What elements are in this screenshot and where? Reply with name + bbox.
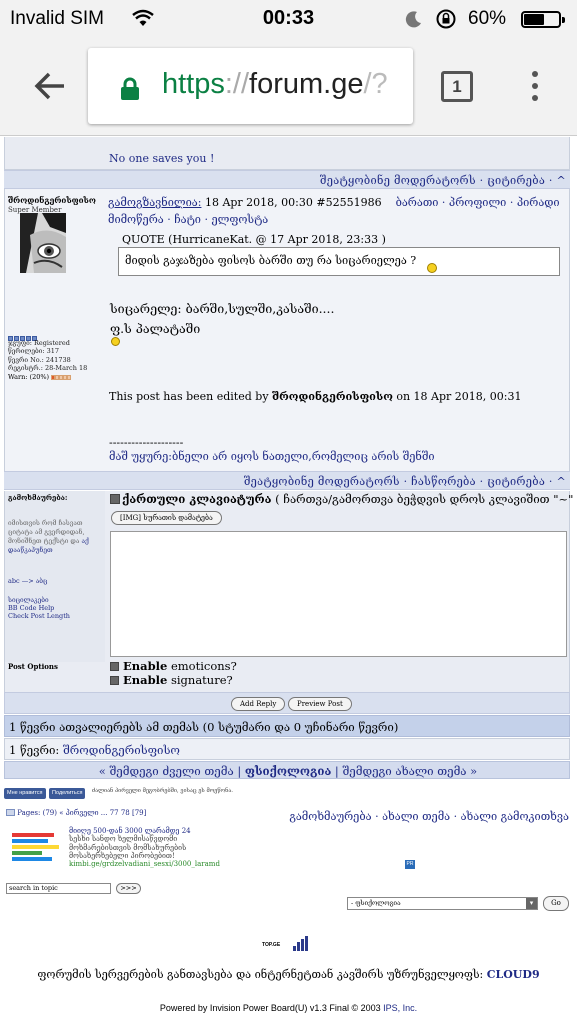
reply-textarea[interactable]: [110, 531, 567, 657]
powered-by: Powered by Invision Power Board(U) v1.3 …: [159, 1003, 418, 1013]
member-link[interactable]: შროდინგერისფისო: [63, 743, 180, 757]
hosting-credit: ფორუმის სერვერების განთავსება და ინტერნე…: [37, 968, 540, 981]
reply-help: იმისთვის რომ ჩასვათ ციტატა ამ გვერდიდან,…: [8, 519, 89, 554]
previous-post-actions: შეატყობინე მოდერატორს · ციტირება · ^: [4, 170, 570, 189]
status-bar: Invalid SIM 00:33 60%: [0, 0, 577, 38]
search-input[interactable]: search in topic: [6, 883, 111, 894]
overflow-menu-icon[interactable]: [532, 71, 540, 107]
pr-badge[interactable]: PR: [405, 860, 415, 869]
signature-divider: --------------------: [109, 436, 184, 449]
quote-text: მიდის გაჯაზება ფისოს ბარში თუ რა სიცარიე…: [125, 254, 417, 267]
social-buttons: Мне нравится Поделиться ძალიან პირველი მ…: [4, 784, 234, 799]
post: შროდინგერისფისო Super Member ჯგუფი: Regi…: [4, 189, 570, 471]
reply-help-links: სიცილაკები BB Code Help Check Post Lengt…: [8, 596, 70, 620]
topge-counter[interactable]: TOP.GE: [262, 935, 312, 952]
address-bar[interactable]: https://forum.ge/?: [88, 48, 413, 124]
edit-note: This post has been edited by შროდინგერის…: [109, 390, 522, 403]
lock-icon: [121, 77, 139, 100]
sad-emoticon-icon: [111, 337, 120, 346]
advertisement[interactable]: მიიღე 500-დან 3000 ლარამდე 24 სესხი სანდ…: [12, 827, 232, 871]
quote-box: მიდის გაჯაზება ფისოს ბარში თუ რა სიცარიე…: [118, 247, 560, 276]
quick-reply: გამოხმაურება: იმისთვის რომ ჩასვათ ციტატა…: [4, 491, 577, 662]
topic-action-links[interactable]: გამოხმაურება · ახალი თემა · ახალი გამოკი…: [289, 810, 569, 823]
author-meta: ჯგუფი: Registered წერილები: 317 წევრი No…: [8, 339, 88, 373]
reply-sidebar: გამოხმაურება: იმისთვის რომ ჩასვათ ციტატა…: [5, 491, 105, 662]
previous-post-text: No one saves you !: [109, 152, 215, 165]
transliteration-link[interactable]: abc —> აბც: [8, 577, 47, 585]
preview-post-button[interactable]: Preview Post: [288, 697, 352, 711]
quote-title: QUOTE (HurricaneKat. @ 17 Apr 2018, 23:3…: [122, 233, 386, 246]
georgian-keyboard-toggle[interactable]: ქართული კლავიატურა ( ჩართვა/გამორთვა ბეჭ…: [110, 492, 577, 506]
post-options-label: Post Options: [8, 662, 58, 671]
tab-switcher-button[interactable]: 1: [441, 71, 473, 102]
search-go-button[interactable]: >>>: [116, 883, 141, 894]
social-note: ძალიან პირველი მეგობრებში, ვისაც ეს მოეწ…: [91, 788, 234, 794]
post-actions: შეატყობინე მოდერატორს · ჩასწორება · ციტი…: [4, 471, 570, 490]
post-body-line: ფ.ს პალატაში: [110, 321, 201, 336]
check-length-link[interactable]: Check Post Length: [8, 612, 70, 620]
add-reply-button[interactable]: Add Reply: [231, 697, 286, 711]
url-text: https://forum.ge/?: [162, 68, 388, 100]
pages-icon: [6, 809, 15, 816]
keyboard-checkbox[interactable]: [110, 494, 120, 504]
emoticons-option[interactable]: Enable emoticons?: [110, 659, 237, 673]
post-link[interactable]: გამოგზავნილია:: [108, 196, 201, 209]
avatar: [20, 213, 66, 273]
bbcode-help-link[interactable]: BB Code Help: [8, 604, 70, 612]
browser-toolbar: https://forum.ge/? 1: [0, 38, 577, 136]
warn-box: [67, 374, 72, 380]
topic-navigation: « შემდეგი ძველი თემა | ფსიქოლოგია | შემდ…: [4, 761, 570, 779]
forum-page: No one saves you ! შეატყობინე მოდერატორს…: [0, 137, 577, 1024]
do-not-disturb-icon: [405, 11, 421, 28]
previous-topic-link[interactable]: « შემდეგი ძველი თემა: [99, 764, 234, 778]
reply-label: გამოხმაურება:: [8, 493, 68, 502]
rotation-lock-icon: [436, 9, 456, 29]
post-header: გამოგზავნილია: 18 Apr 2018, 00:30 #52551…: [108, 194, 568, 228]
cloud9-link[interactable]: CLOUD9: [487, 968, 540, 981]
share-button[interactable]: Поделиться: [49, 788, 86, 799]
post-options: Post Options Enable emoticons? Enable si…: [4, 659, 570, 692]
active-members: 1 წევრი: შროდინგერისფისო: [4, 738, 570, 760]
ad-url[interactable]: kimbi.ge/grdzelvadiani_sesxi/3000_laramd: [69, 860, 220, 868]
post-action-links[interactable]: შეატყობინე მოდერატორს · ჩასწორება · ციტი…: [244, 475, 566, 488]
forum-jump-select[interactable]: - ფსიქოლოგია ▾: [347, 897, 538, 910]
warn-level: Warn: (20%): [8, 373, 72, 381]
battery-icon: [521, 11, 565, 28]
pagination[interactable]: Pages: (79) « პირველი ... 77 78 [79]: [6, 809, 146, 817]
ips-link[interactable]: IPS, Inc.: [383, 1003, 417, 1013]
signature: მაშ უყურე:ბნელი არ იყოს ნათელი,რომელიც ა…: [109, 450, 435, 463]
chevron-down-icon: ▾: [526, 898, 537, 909]
back-arrow-icon[interactable]: [34, 71, 66, 101]
previous-post-body: No one saves you !: [4, 137, 570, 170]
forum-link[interactable]: ფსიქოლოგია: [245, 764, 331, 778]
battery-level: [524, 14, 544, 25]
signature-checkbox[interactable]: [110, 676, 119, 685]
post-date: 18 Apr 2018, 00:30 #52551986: [201, 196, 382, 209]
post-body-line: სიცარელე: ბარში,სულში,კასაში....: [110, 301, 335, 316]
post-author[interactable]: შროდინგერისფისო: [8, 195, 96, 205]
jump-go-button[interactable]: Go: [543, 896, 569, 911]
active-users: 1 წევრი ათვალიერებს ამ თემას (0 სტუმარი …: [4, 715, 570, 737]
battery-percent: 60%: [468, 8, 507, 29]
smiley-icon: [427, 263, 437, 273]
like-button[interactable]: Мне нравится: [4, 788, 46, 799]
previous-post-action-links[interactable]: შეატყობინე მოდერატორს · ციტირება · ^: [320, 174, 566, 187]
add-image-button[interactable]: [IMG] სურათის დამატება: [111, 511, 222, 525]
next-topic-link[interactable]: შემდეგი ახალი თემა »: [342, 764, 477, 778]
reply-buttons: Add Reply Preview Post: [4, 692, 570, 714]
smilies-link[interactable]: სიცილაკები: [8, 596, 70, 604]
signature-option[interactable]: Enable signature?: [110, 673, 233, 687]
emoticons-checkbox[interactable]: [110, 662, 119, 671]
ad-text: მიიღე 500-დან 3000 ლარამდე 24 სესხი სანდ…: [69, 827, 220, 869]
